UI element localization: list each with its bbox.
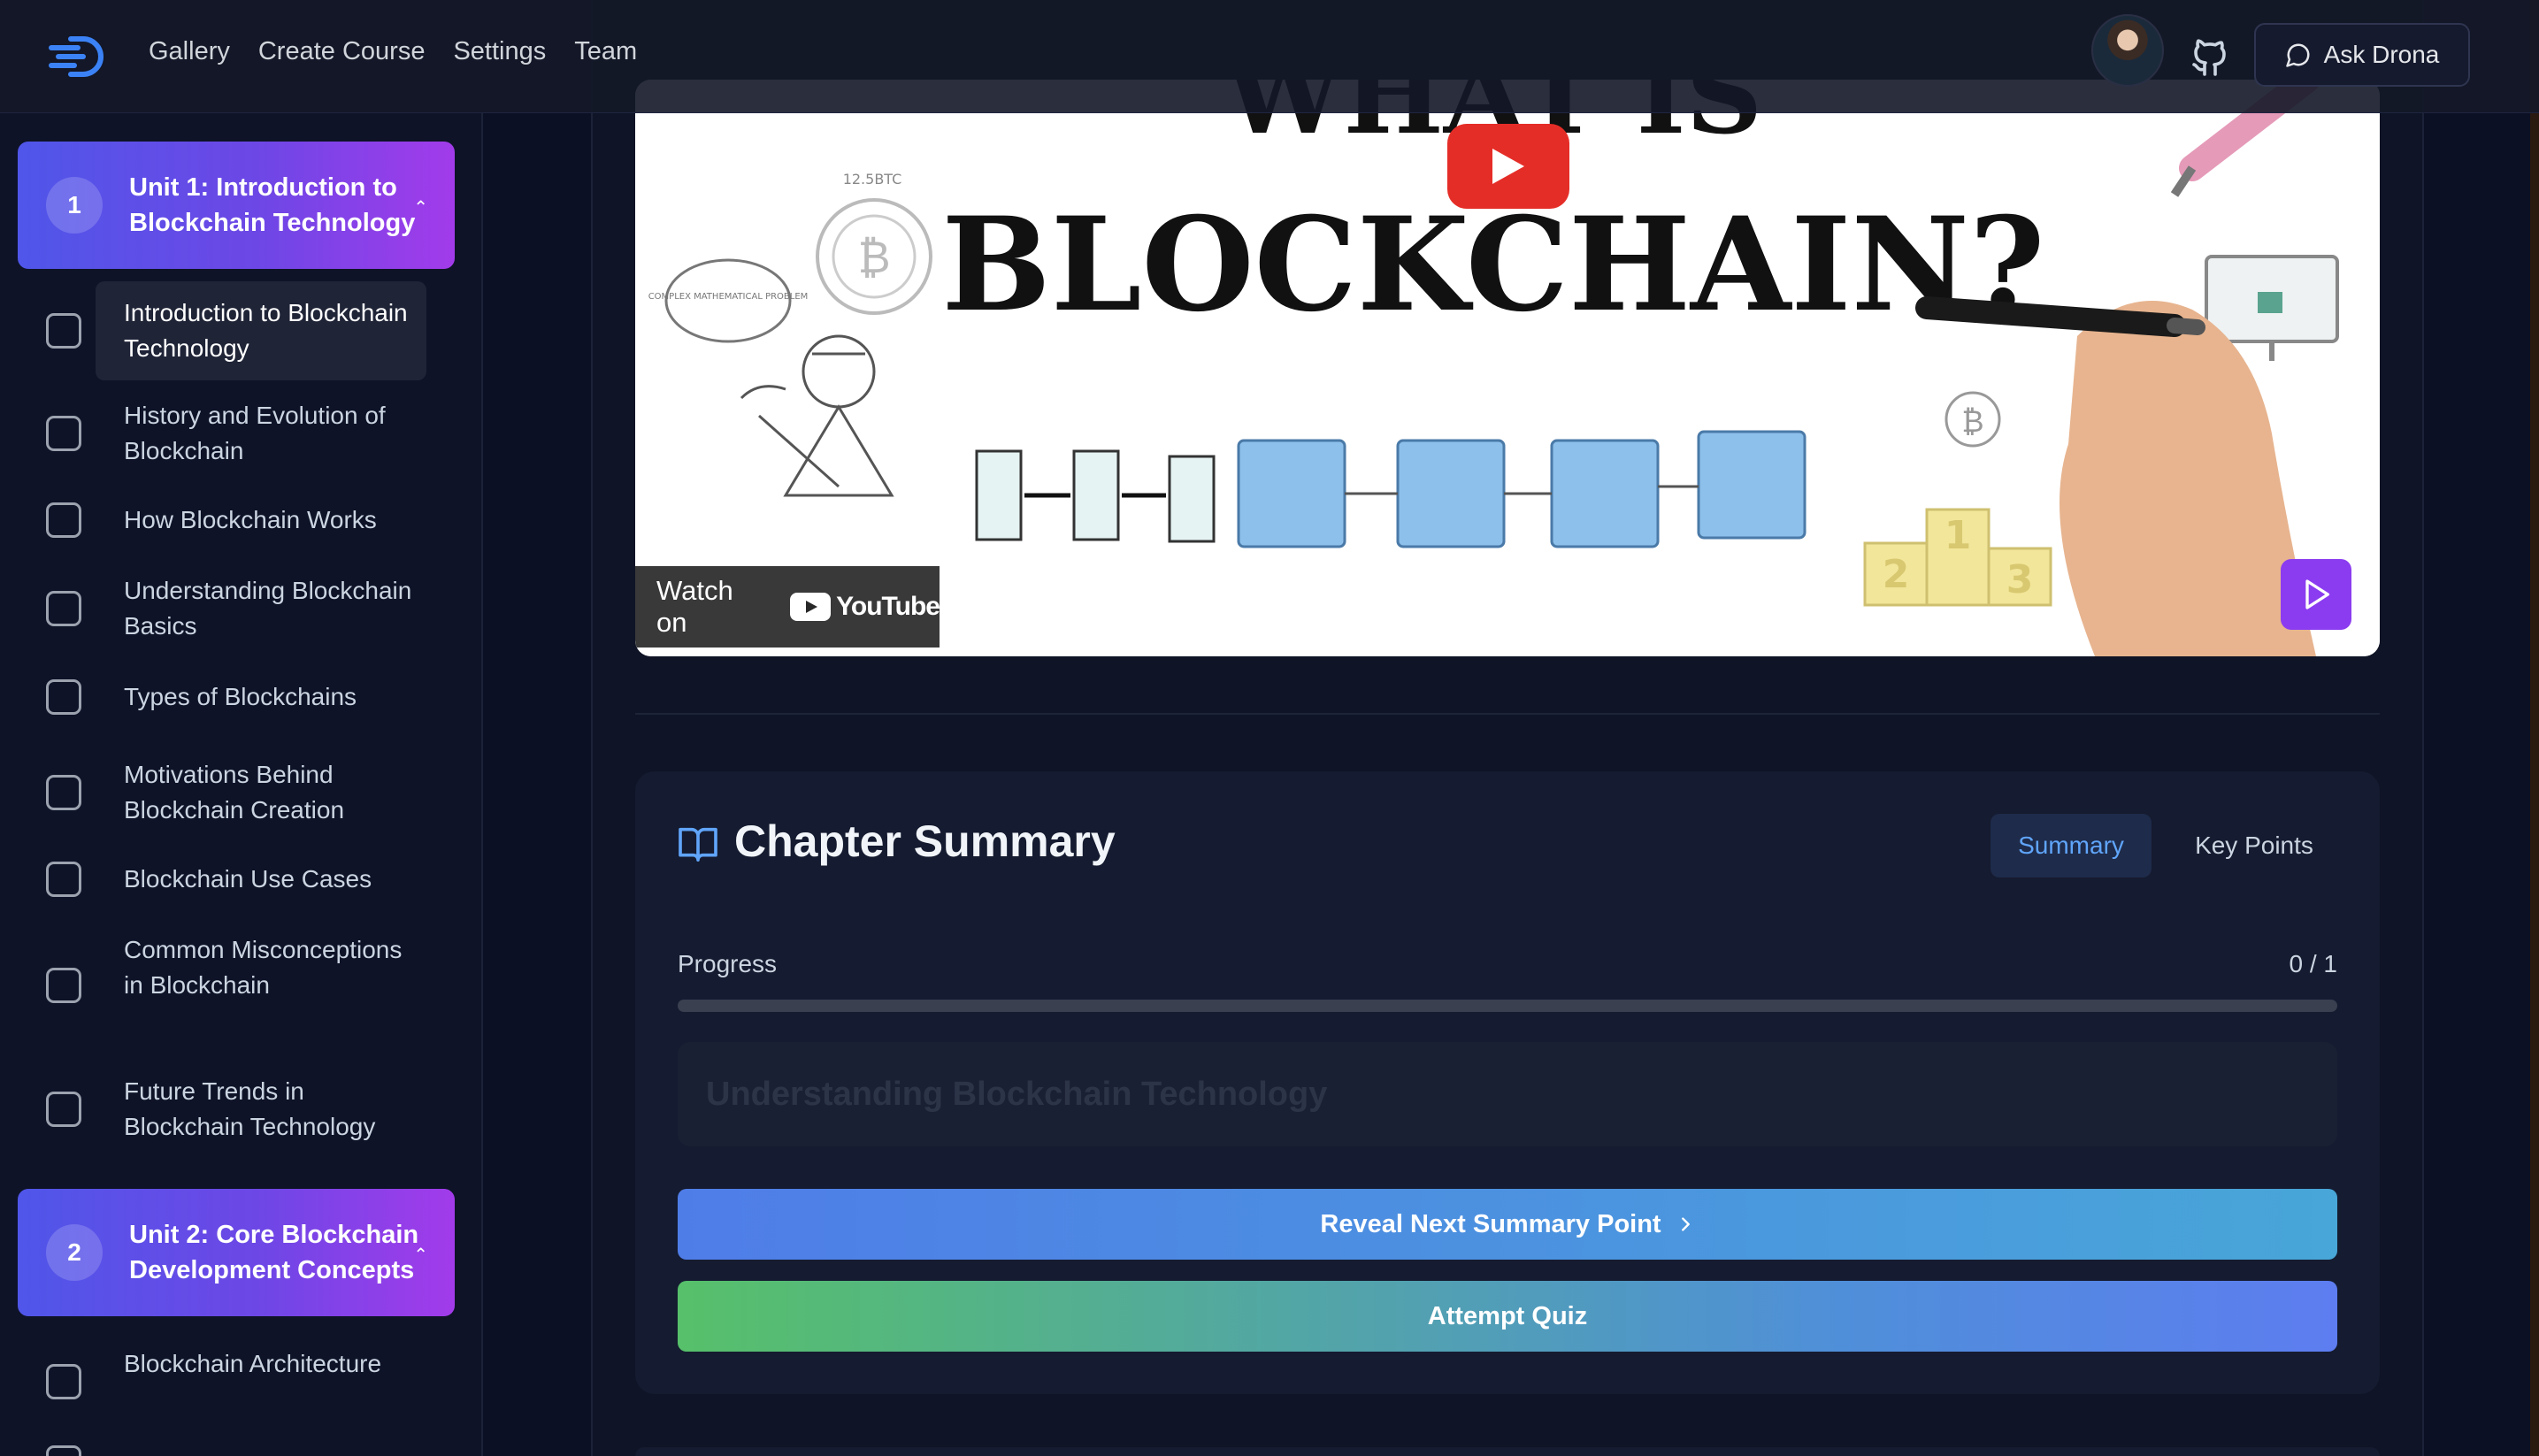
chapter-item[interactable]: Types of Blockchains [0, 679, 481, 715]
chapter-label: Introduction to Blockchain Technology [124, 299, 408, 362]
watch-on-label: Watch on [656, 575, 733, 638]
video-player[interactable]: WHAT IS BLOCKCHAIN? ₿ 12.5BTC COMPLEX MA… [635, 80, 2380, 656]
nav-settings[interactable]: Settings [453, 37, 546, 66]
chapter-checkbox[interactable] [46, 1092, 81, 1127]
chapter-item[interactable]: Future Trends in Blockchain Technology [0, 1074, 481, 1145]
svg-text:₿: ₿ [857, 232, 890, 283]
thumbnail-headline: BLOCKCHAIN? [941, 189, 2044, 341]
svg-text:1: 1 [1945, 513, 1972, 558]
main-nav: Gallery Create Course Settings Team [149, 37, 637, 66]
github-icon[interactable] [2189, 35, 2231, 78]
section-divider [635, 713, 2380, 715]
svg-text:COMPLEX MATHEMATICAL PROBLEM: COMPLEX MATHEMATICAL PROBLEM [648, 292, 809, 302]
tab-key-points[interactable]: Key Points [2175, 814, 2334, 877]
chapter-checkbox[interactable] [46, 1364, 81, 1399]
chapter-item[interactable]: Understanding Blockchain Basics [0, 573, 481, 644]
progress-label: Progress [678, 950, 778, 977]
chapter-summary-card: Chapter Summary Summary Key Points Progr… [635, 771, 2380, 1394]
youtube-logo-icon [790, 593, 832, 621]
attempt-quiz-button[interactable]: Attempt Quiz [678, 1281, 2337, 1352]
chapter-item[interactable]: Common Misconceptions in Blockchain [0, 932, 481, 1038]
chapter-item[interactable] [0, 1445, 481, 1456]
chapter-label: Types of Blockchains [124, 683, 357, 710]
app-logo-icon[interactable] [48, 32, 110, 81]
reveal-label: Reveal Next Summary Point [1320, 1209, 1661, 1238]
next-card-edge [635, 1447, 2380, 1456]
chapter-checkbox[interactable] [46, 968, 81, 1003]
unit-number-badge: 2 [46, 1224, 103, 1281]
chapter-item[interactable]: Blockchain Use Cases [0, 862, 481, 897]
course-sidebar[interactable]: 1 Unit 1: Introduction to Blockchain Tec… [0, 113, 483, 1456]
chapter-checkbox[interactable] [46, 313, 81, 349]
book-open-icon [679, 827, 717, 862]
chapter-checkbox[interactable] [46, 679, 81, 715]
nav-team[interactable]: Team [574, 37, 637, 66]
progress-bar [678, 1000, 2337, 1012]
chapter-label: Common Misconceptions in Blockchain [124, 936, 403, 999]
chevron-right-icon [1681, 1217, 1690, 1231]
chapter-item[interactable]: History and Evolution of Blockchain [0, 398, 481, 469]
reveal-next-summary-button[interactable]: Reveal Next Summary Point [678, 1189, 2337, 1260]
svg-text:₿: ₿ [1961, 404, 1983, 440]
chat-bubble-icon [2285, 43, 2310, 67]
user-avatar[interactable] [2091, 14, 2164, 87]
chapter-label: How Blockchain Works [124, 506, 377, 533]
ask-drona-button[interactable]: Ask Drona [2254, 23, 2470, 87]
play-outline-icon [2305, 579, 2329, 609]
chapter-label: Future Trends in Blockchain Technology [124, 1077, 376, 1140]
chapter-label: Blockchain Architecture [124, 1350, 382, 1377]
chapter-label: Motivations Behind Blockchain Creation [124, 761, 345, 824]
top-navbar: Gallery Create Course Settings Team Ask … [0, 0, 2539, 113]
unit-title: Unit 2: Core Blockchain Development Conc… [129, 1221, 419, 1284]
chevron-up-icon[interactable]: ⌃ [413, 196, 428, 218]
window-edge [2530, 0, 2539, 1456]
unit-number-badge: 1 [46, 177, 103, 234]
youtube-play-button[interactable] [1447, 124, 1569, 209]
chapter-label: Blockchain Use Cases [124, 865, 372, 893]
chapter-checkbox[interactable] [46, 862, 81, 897]
chapter-item[interactable]: Motivations Behind Blockchain Creation [0, 757, 481, 828]
chapter-checkbox[interactable] [46, 502, 81, 538]
summary-point: Understanding Blockchain Technology [678, 1042, 2337, 1146]
app-page: Gallery Create Course Settings Team Ask … [0, 0, 2539, 1456]
chapter-checkbox[interactable] [46, 416, 81, 451]
unit-1-header[interactable]: 1 Unit 1: Introduction to Blockchain Tec… [18, 142, 455, 269]
svg-text:3: 3 [2006, 557, 2034, 602]
svg-text:12.5BTC: 12.5BTC [843, 171, 902, 188]
summary-title: Chapter Summary [734, 816, 1116, 866]
chapter-checkbox[interactable] [46, 1445, 81, 1456]
unit-2-header[interactable]: 2 Unit 2: Core Blockchain Development Co… [18, 1189, 455, 1316]
nav-create-course[interactable]: Create Course [258, 37, 426, 66]
chapter-checkbox[interactable] [46, 775, 81, 810]
chapter-checkbox[interactable] [46, 591, 81, 626]
play-icon [1492, 149, 1524, 184]
svg-text:2: 2 [1883, 552, 1910, 597]
chevron-up-icon[interactable]: ⌃ [413, 1244, 428, 1266]
chapter-label: Understanding Blockchain Basics [124, 577, 412, 640]
tab-summary[interactable]: Summary [1991, 814, 2152, 877]
chapter-item[interactable]: How Blockchain Works [0, 502, 481, 538]
unit-title: Unit 1: Introduction to Blockchain Techn… [129, 173, 416, 237]
watch-on-youtube-link[interactable]: Watch on YouTube [635, 566, 940, 648]
chapter-item[interactable]: Introduction to Blockchain Technology [0, 281, 481, 380]
chapter-item[interactable]: Blockchain Architecture [0, 1346, 481, 1417]
youtube-logo: YouTube [790, 592, 940, 622]
ask-drona-label: Ask Drona [2323, 41, 2440, 68]
progress-value: 0 / 1 [2289, 950, 2337, 977]
play-overlay-button[interactable] [2281, 559, 2351, 630]
nav-gallery[interactable]: Gallery [149, 37, 230, 66]
chapter-label: History and Evolution of Blockchain [124, 402, 386, 464]
